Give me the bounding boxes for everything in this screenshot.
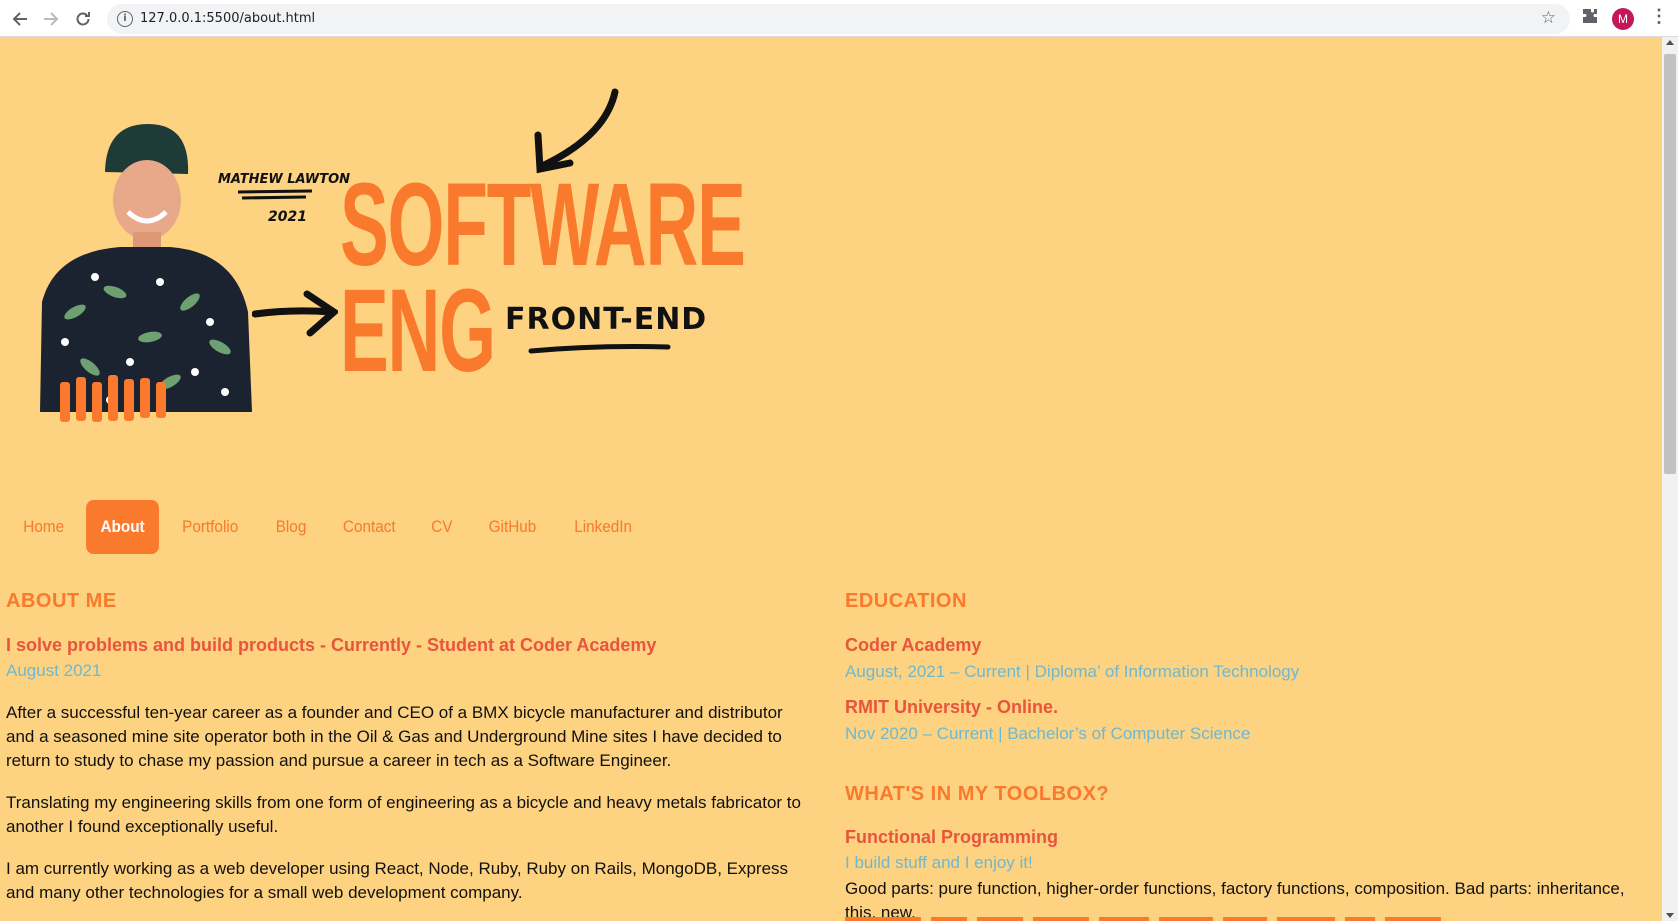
hero-tagline: FRONT-END — [505, 302, 708, 337]
address-bar[interactable]: i 127.0.0.1:5500/about.html ☆ — [107, 4, 1570, 34]
browser-toolbar: i 127.0.0.1:5500/about.html ☆ M ⋮ — [0, 0, 1678, 37]
main-nav: Home About Portfolio Blog Contact CV Git… — [5, 500, 651, 554]
toolbox-title: Functional Programming — [845, 827, 1059, 847]
hero-banner: MATHEW LAWTON 2021 SOFTWARE ENG FRONT-EN… — [0, 37, 760, 437]
nav-linkedin[interactable]: LinkedIn — [560, 500, 647, 554]
tag-chip[interactable] — [1345, 917, 1375, 921]
tag-chip[interactable] — [977, 917, 1023, 921]
nav-about[interactable]: About — [86, 500, 160, 554]
url-text: 127.0.0.1:5500/about.html — [140, 11, 316, 26]
about-date: August 2021 — [6, 661, 102, 680]
profile-photo — [40, 124, 252, 422]
nav-home[interactable]: Home — [9, 500, 79, 554]
education-detail-2: Nov 2020 – Current | Bachelor’s of Compu… — [845, 724, 1251, 743]
scroll-up-arrow-icon[interactable] — [1666, 40, 1674, 45]
extensions-puzzle-icon[interactable] — [1582, 8, 1598, 29]
nav-github[interactable]: GitHub — [474, 500, 550, 554]
toolbox-subtitle: I build stuff and I enjoy it! — [845, 853, 1033, 872]
tagline-underline — [528, 344, 671, 354]
signature-underline — [237, 189, 313, 200]
about-paragraph-3: I am currently working as a web develope… — [6, 859, 789, 902]
site-info-icon[interactable]: i — [117, 11, 133, 27]
page-scrollbar[interactable] — [1662, 37, 1678, 921]
nav-contact[interactable]: Contact — [328, 500, 410, 554]
nav-blog[interactable]: Blog — [261, 500, 320, 554]
about-role: I solve problems and build products - Cu… — [6, 635, 657, 655]
toolbox-text: Good parts: pure function, higher-order … — [845, 879, 1625, 921]
hero-title-line2: ENG — [340, 265, 496, 397]
tag-chip[interactable] — [1277, 917, 1335, 921]
nav-portfolio[interactable]: Portfolio — [168, 500, 253, 554]
signature-name: MATHEW LAWTON — [218, 172, 351, 187]
education-school-2: RMIT University - Online. — [845, 697, 1059, 717]
right-arrow-doodle-icon — [252, 290, 338, 337]
forward-arrow-icon[interactable] — [39, 7, 63, 31]
scrollbar-thumb[interactable] — [1664, 54, 1676, 474]
browser-menu-icon[interactable]: ⋮ — [1650, 6, 1668, 27]
tag-chip[interactable] — [845, 917, 921, 921]
bookmark-star-icon[interactable]: ☆ — [1541, 8, 1556, 28]
toolbox-tag-row — [845, 917, 1441, 921]
education-detail-1: August, 2021 – Current | Diploma’ of Inf… — [845, 662, 1300, 681]
profile-avatar[interactable]: M — [1612, 8, 1634, 30]
about-paragraph-2: Translating my engineering skills from o… — [6, 793, 801, 836]
signature-year: 2021 — [268, 209, 307, 225]
nav-cv[interactable]: CV — [417, 500, 467, 554]
tag-chip[interactable] — [1223, 917, 1267, 921]
about-paragraph-1: After a successful ten-year career as a … — [6, 703, 783, 770]
reload-icon[interactable] — [71, 7, 95, 31]
toolbox-heading: WHAT'S IN MY TOOLBOX? — [845, 783, 1110, 805]
about-heading: ABOUT ME — [6, 590, 117, 612]
tag-chip[interactable] — [1033, 917, 1089, 921]
tag-chip[interactable] — [1159, 917, 1213, 921]
scroll-down-arrow-icon[interactable] — [1666, 913, 1674, 918]
education-school-1: Coder Academy — [845, 635, 982, 655]
tag-chip[interactable] — [1099, 917, 1149, 921]
tag-chip[interactable] — [1385, 917, 1441, 921]
education-heading: EDUCATION — [845, 590, 967, 612]
back-arrow-icon[interactable] — [8, 7, 32, 31]
tag-chip[interactable] — [931, 917, 967, 921]
